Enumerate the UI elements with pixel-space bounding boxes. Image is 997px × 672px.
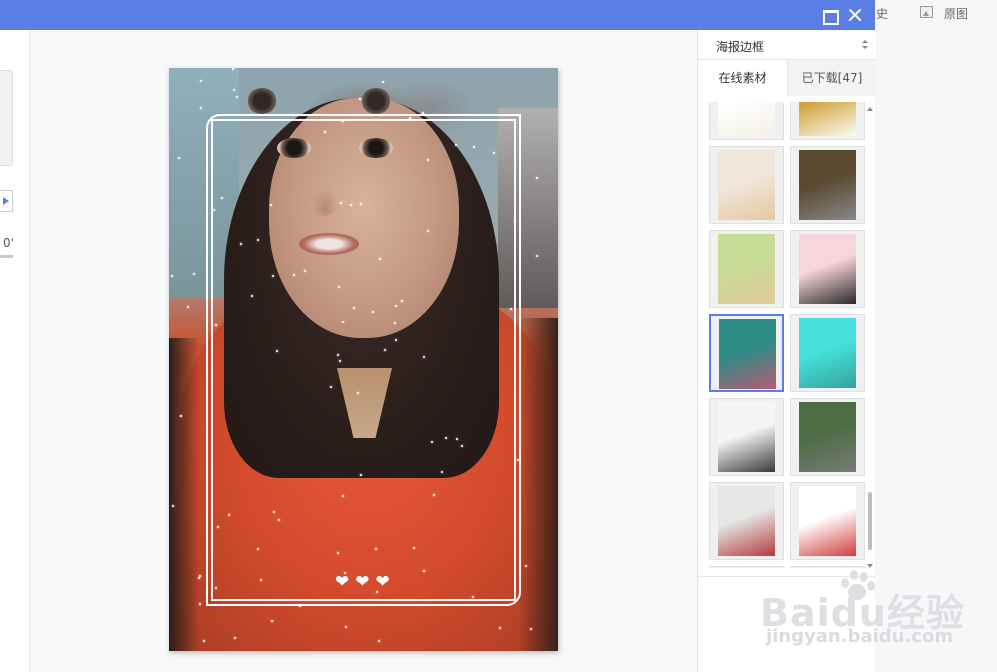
- tab-online-materials[interactable]: 在线素材: [698, 60, 787, 96]
- sparkle: [199, 603, 201, 605]
- poster-frame-06[interactable]: [790, 230, 865, 308]
- poster-frame-03[interactable]: [709, 146, 784, 224]
- thumbnail-image: [718, 102, 775, 136]
- sparkle: [171, 275, 173, 277]
- expand-arrow-icon[interactable]: [0, 190, 13, 212]
- sparkle: [172, 505, 174, 507]
- sparkle: [234, 637, 236, 639]
- thumbnail-image: [718, 402, 775, 472]
- original-image-button[interactable]: 原图: [944, 5, 968, 22]
- close-icon[interactable]: [844, 4, 866, 26]
- sparkle: [187, 306, 189, 308]
- sparkle: [193, 273, 195, 275]
- background-app-area: [875, 0, 997, 672]
- category-select[interactable]: 海报边框: [698, 30, 876, 60]
- category-select-value: 海报边框: [716, 40, 765, 54]
- sparkle: [530, 628, 532, 630]
- sparkle: [232, 68, 234, 70]
- thumbnail-image: [799, 150, 856, 220]
- frame-hearts: ❤❤❤: [335, 572, 396, 592]
- sparkle: [180, 415, 182, 417]
- poster-frame-12[interactable]: [790, 482, 865, 560]
- material-tabs: 在线素材 已下载[47]: [698, 60, 876, 96]
- thumbnail-image: [718, 150, 775, 220]
- sparkle: [382, 81, 384, 83]
- sparkle: [178, 157, 180, 159]
- sparkle: [233, 89, 235, 91]
- scrollbar-thumb[interactable]: [868, 492, 872, 550]
- thumbnail-image: [718, 486, 775, 556]
- thumbnail-scrollbar[interactable]: [866, 104, 874, 570]
- history-label-partial[interactable]: 史: [876, 5, 888, 22]
- poster-frame-09[interactable]: [709, 398, 784, 476]
- sparkle: [359, 98, 361, 100]
- sparkle: [499, 627, 501, 629]
- poster-frame-01[interactable]: [709, 102, 784, 140]
- tab-downloaded[interactable]: 已下载[47]: [787, 60, 876, 96]
- sparkle: [203, 640, 205, 642]
- poster-frame-07[interactable]: [709, 314, 784, 392]
- sparkle: [200, 107, 202, 109]
- left-slider[interactable]: [0, 255, 13, 258]
- sparkle: [378, 640, 380, 642]
- thumbnail-grid: [698, 102, 868, 568]
- thumbnail-image: [799, 102, 856, 136]
- sparkle: [236, 96, 238, 98]
- window-titlebar: [0, 0, 875, 30]
- left-preview-panel: [0, 70, 13, 166]
- thumbnail-image: [799, 318, 856, 388]
- select-arrows-icon: [862, 40, 868, 50]
- poster-frame-04[interactable]: [790, 146, 865, 224]
- poster-frame-02[interactable]: [790, 102, 865, 140]
- scroll-up-icon[interactable]: [867, 107, 873, 111]
- sparkle: [198, 577, 200, 579]
- thumbnail-image: [799, 234, 856, 304]
- thumbnail-image: [718, 234, 775, 304]
- sparkle: [200, 80, 202, 82]
- thumbnail-image: [799, 402, 856, 472]
- sparkle: [271, 620, 273, 622]
- poster-frame-11[interactable]: [709, 482, 784, 560]
- watermark-url: jingyan.baidu.com: [766, 626, 954, 647]
- sparkle: [345, 626, 347, 628]
- poster-frame-13[interactable]: [709, 566, 784, 568]
- poster-frame-10[interactable]: [790, 398, 865, 476]
- preview-photo[interactable]: ❤❤❤: [169, 68, 558, 651]
- thumbnail-image: [799, 486, 856, 556]
- sparkle: [525, 565, 527, 567]
- thumbnail-image: [719, 319, 776, 389]
- poster-frame-border-inner: [211, 119, 516, 601]
- poster-frame-05[interactable]: [709, 230, 784, 308]
- sparkle: [536, 255, 538, 257]
- image-icon: [920, 6, 933, 18]
- sparkle: [536, 177, 538, 179]
- poster-frame-08[interactable]: [790, 314, 865, 392]
- maximize-icon[interactable]: [818, 4, 840, 26]
- left-value-partial: 0': [3, 236, 14, 250]
